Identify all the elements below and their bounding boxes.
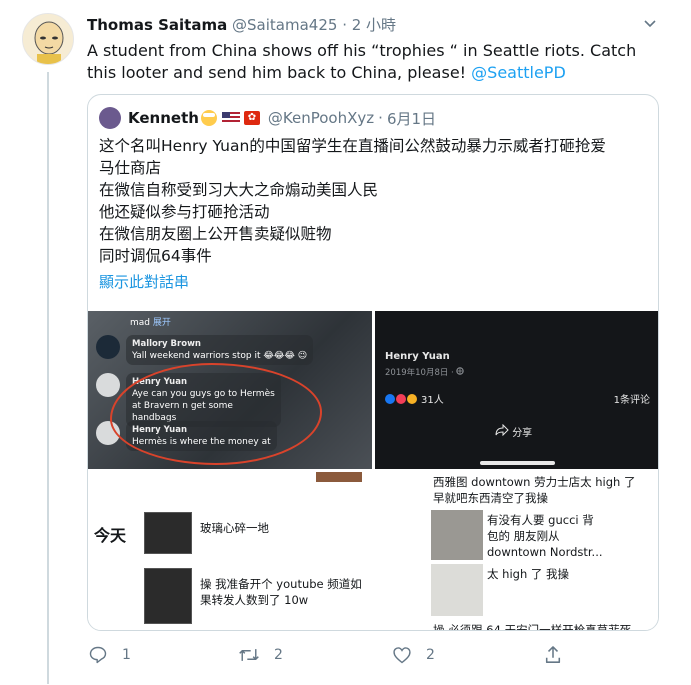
avatar[interactable] (22, 13, 74, 65)
comment-text: Yall weekend warriors stop it 😂😂😂 😉 (132, 351, 308, 361)
retweet-button[interactable]: 2 (238, 645, 283, 665)
commenter-avatar (96, 373, 120, 397)
home-indicator-bar (480, 461, 555, 465)
reply-count: 1 (122, 647, 131, 663)
quoted-author-handle[interactable]: @KenPoohXyz (268, 109, 374, 127)
us-flag-icon (221, 112, 240, 124)
moment-text: 包的 朋友刚从 (487, 529, 560, 543)
livestream-top-text: mad 展开 (130, 315, 171, 328)
tweet-header: Thomas Saitama @Saitama425 · 2 小時 (87, 14, 396, 35)
globe-icon (456, 367, 465, 375)
quoted-line: 他还疑似参与打砸抢活动 (99, 203, 270, 221)
smile-emoji-icon (200, 110, 217, 126)
quoted-tweet[interactable]: Kenneth ✿ @KenPoohXyz · 6月1日 这个名叫Henry Y… (87, 94, 659, 631)
like-count: 2 (426, 647, 435, 663)
moment-text: 早就吧东西清空了我操 (433, 491, 548, 505)
thread-connector-line (47, 72, 49, 684)
commenter-name: Mallory Brown (132, 339, 201, 349)
share-button[interactable] (544, 645, 576, 665)
comment-bubble: Mallory Brown Yall weekend warriors stop… (126, 335, 314, 365)
author-handle[interactable]: @Saitama425 (232, 16, 337, 34)
quoted-line: 在微信朋友圈上公开售卖疑似赃物 (99, 225, 332, 243)
retweet-icon (239, 649, 259, 661)
share-arrow-icon (495, 423, 509, 437)
moment-text: downtown Nordstr... (487, 545, 603, 559)
tweet[interactable]: Thomas Saitama @Saitama425 · 2 小時 A stud… (0, 0, 691, 685)
chevron-down-icon[interactable] (642, 15, 658, 35)
expand-link: 展开 (152, 318, 171, 328)
livestream-comment: Mallory Brown Yall weekend warriors stop… (96, 335, 314, 365)
media-profile-post-screenshot[interactable]: Henry Yuan 2019年10月8日 · 31人 1条评论 分享 (375, 311, 658, 469)
quoted-line: 在微信自称受到习大大之命煽动美国人民 (99, 181, 379, 199)
share-row: 分享 (495, 423, 533, 439)
quoted-author-name[interactable]: Kenneth (128, 109, 199, 127)
love-reaction-icon (396, 393, 406, 404)
media-grid: mad 展开 Mallory Brown Yall weekend warrio… (88, 311, 658, 631)
author-name[interactable]: Thomas Saitama (87, 16, 227, 34)
quoted-date[interactable]: 6月1日 (387, 108, 436, 129)
commenter-avatar (96, 335, 120, 359)
bald-hero-avatar-icon (23, 14, 73, 64)
tweet-time[interactable]: 2 小時 (352, 16, 396, 34)
cropped-photo-strip (316, 472, 362, 482)
gucci-bag-photo (431, 510, 483, 560)
like-button[interactable]: 2 (392, 645, 435, 665)
reply-icon (89, 646, 107, 664)
tweet-text: A student from China shows off his “trop… (87, 40, 662, 84)
moment-text: 太 high 了 我操 (487, 567, 570, 581)
comment-count: 1条评论 (613, 395, 650, 406)
heart-icon (393, 647, 411, 664)
reply-button[interactable]: 1 (88, 645, 131, 665)
share-label: 分享 (512, 428, 533, 439)
moment-text: 操 必须跟 64 天安门一样开枪真草菲死 (433, 623, 632, 631)
watch-photo (431, 564, 483, 616)
haha-reaction-icon (407, 393, 417, 404)
separator-dot: · (378, 109, 383, 127)
truncated-comment: mad (130, 318, 150, 328)
media-wechat-moments-left[interactable]: 今天 玻璃心碎一地 操 我准备开个 youtube 频道如果转发人数到了 10w (88, 472, 372, 630)
quoted-line: 这个名叫Henry Yuan的中国留学生在直播间公然鼓动暴力示威者打砸抢爱 (99, 137, 606, 155)
post-date-text: 2019年10月8日 · (385, 368, 457, 378)
mention-link[interactable]: @SeattlePD (471, 63, 566, 82)
red-circle-annotation (110, 363, 322, 465)
post-author-name: Henry Yuan (385, 351, 450, 362)
separator-dot: · (342, 16, 347, 34)
quoted-avatar[interactable] (99, 107, 121, 129)
moment-text: 操 我准备开个 youtube 频道如果转发人数到了 10w (200, 577, 362, 607)
like-reaction-icon (385, 393, 395, 404)
quoted-line: 马仕商店 (99, 159, 162, 177)
retweet-count: 2 (274, 647, 283, 663)
quoted-tweet-header: Kenneth ✿ @KenPoohXyz · 6月1日 (99, 107, 436, 129)
post-date: 2019年10月8日 · (385, 366, 465, 378)
media-livestream-screenshot[interactable]: mad 展开 Mallory Brown Yall weekend warrio… (88, 311, 372, 469)
share-icon (545, 646, 561, 663)
quoted-line: 同时调侃64事件 (99, 247, 212, 265)
moment-text: 玻璃心碎一地 (200, 521, 269, 535)
chat-thumbnail (144, 512, 192, 554)
reaction-count: 31人 (421, 395, 444, 406)
hk-flag-icon: ✿ (243, 111, 260, 125)
moment-text: 西雅图 downtown 劳力士店太 high 了 (433, 475, 636, 489)
tweet-actions: 1 2 2 (0, 645, 691, 669)
quoted-tweet-text: 这个名叫Henry Yuan的中国留学生在直播间公然鼓动暴力示威者打砸抢爱 马仕… (99, 135, 651, 267)
reactions-row: 31人 (385, 391, 444, 406)
today-label: 今天 (94, 526, 127, 545)
chat-thumbnail (144, 568, 192, 624)
show-thread-link[interactable]: 顯示此對話串 (99, 271, 189, 292)
moment-text: 有没有人要 gucci 背 (487, 513, 594, 527)
media-wechat-moments-right[interactable]: 西雅图 downtown 劳力士店太 high 了 早就吧东西清空了我操 有没有… (375, 472, 658, 631)
